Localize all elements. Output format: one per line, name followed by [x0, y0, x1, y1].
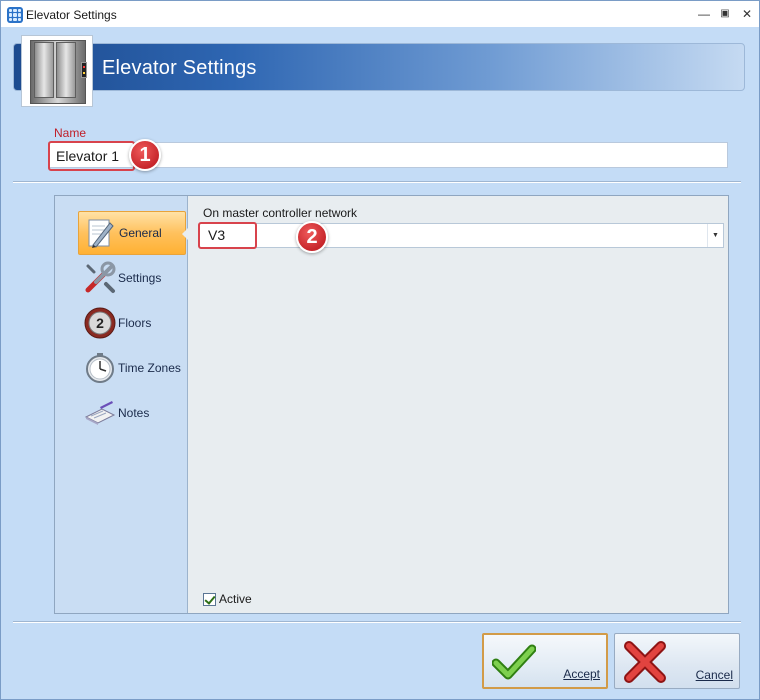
nav-item-floors[interactable]: 2 Floors — [78, 301, 186, 345]
nav-item-general[interactable]: General — [78, 211, 186, 255]
bottom-separator — [13, 621, 741, 623]
general-content: On master controller network V3 ▼ Active — [187, 196, 728, 613]
active-label: Active — [219, 592, 252, 606]
nav-label-settings: Settings — [118, 271, 162, 285]
name-label: Name — [54, 126, 87, 140]
nav-label-notes: Notes — [118, 406, 150, 420]
close-button[interactable]: ✕ — [737, 5, 757, 23]
floors-badge-number: 2 — [96, 315, 104, 331]
header-banner: Elevator Settings — [13, 43, 745, 91]
clock-icon — [82, 350, 118, 386]
network-select[interactable]: V3 ▼ — [199, 223, 724, 248]
network-label: On master controller network — [203, 206, 358, 220]
nav-item-time-zones[interactable]: Time Zones — [78, 346, 186, 390]
window-title: Elevator Settings — [26, 8, 117, 22]
floor-number-icon: 2 — [82, 305, 118, 341]
settings-panel: General Settings 2 Floors Time Zones Not… — [54, 195, 729, 614]
tools-icon — [82, 260, 118, 296]
callout-badge-2: 2 — [296, 221, 328, 253]
side-nav: General Settings 2 Floors Time Zones Not… — [55, 196, 188, 613]
nav-label-floors: Floors — [118, 316, 152, 330]
nav-label-general: General — [119, 226, 162, 240]
nav-item-notes[interactable]: Notes — [78, 391, 186, 435]
nav-label-time-zones: Time Zones — [118, 361, 181, 375]
accept-button[interactable]: Accept — [482, 633, 608, 689]
chevron-down-icon[interactable]: ▼ — [707, 224, 723, 247]
cancel-button[interactable]: Cancel — [614, 633, 740, 689]
callout-badge-1: 1 — [129, 139, 161, 171]
accept-label: Accept — [563, 667, 600, 681]
title-bar: Elevator Settings — ▣ ✕ — [1, 1, 759, 27]
elevator-icon — [21, 35, 93, 107]
active-checkbox[interactable] — [203, 592, 216, 606]
cancel-x-icon — [623, 640, 667, 684]
nav-item-settings[interactable]: Settings — [78, 256, 186, 300]
maximize-button[interactable]: ▣ — [715, 5, 735, 23]
elevator-settings-window: Elevator Settings — ▣ ✕ Elevator Setting… — [0, 0, 760, 700]
notes-icon — [82, 395, 118, 431]
checkmark-icon — [491, 641, 537, 685]
minimize-button[interactable]: — — [694, 5, 714, 23]
pencil-document-icon — [83, 215, 119, 251]
active-checkbox-row[interactable]: Active — [203, 592, 252, 606]
name-highlight — [48, 141, 135, 171]
app-icon — [7, 7, 23, 23]
selection-pointer — [182, 228, 188, 240]
top-separator — [13, 181, 741, 183]
header-title: Elevator Settings — [102, 57, 257, 79]
network-highlight — [198, 222, 257, 249]
cancel-label: Cancel — [695, 668, 733, 682]
